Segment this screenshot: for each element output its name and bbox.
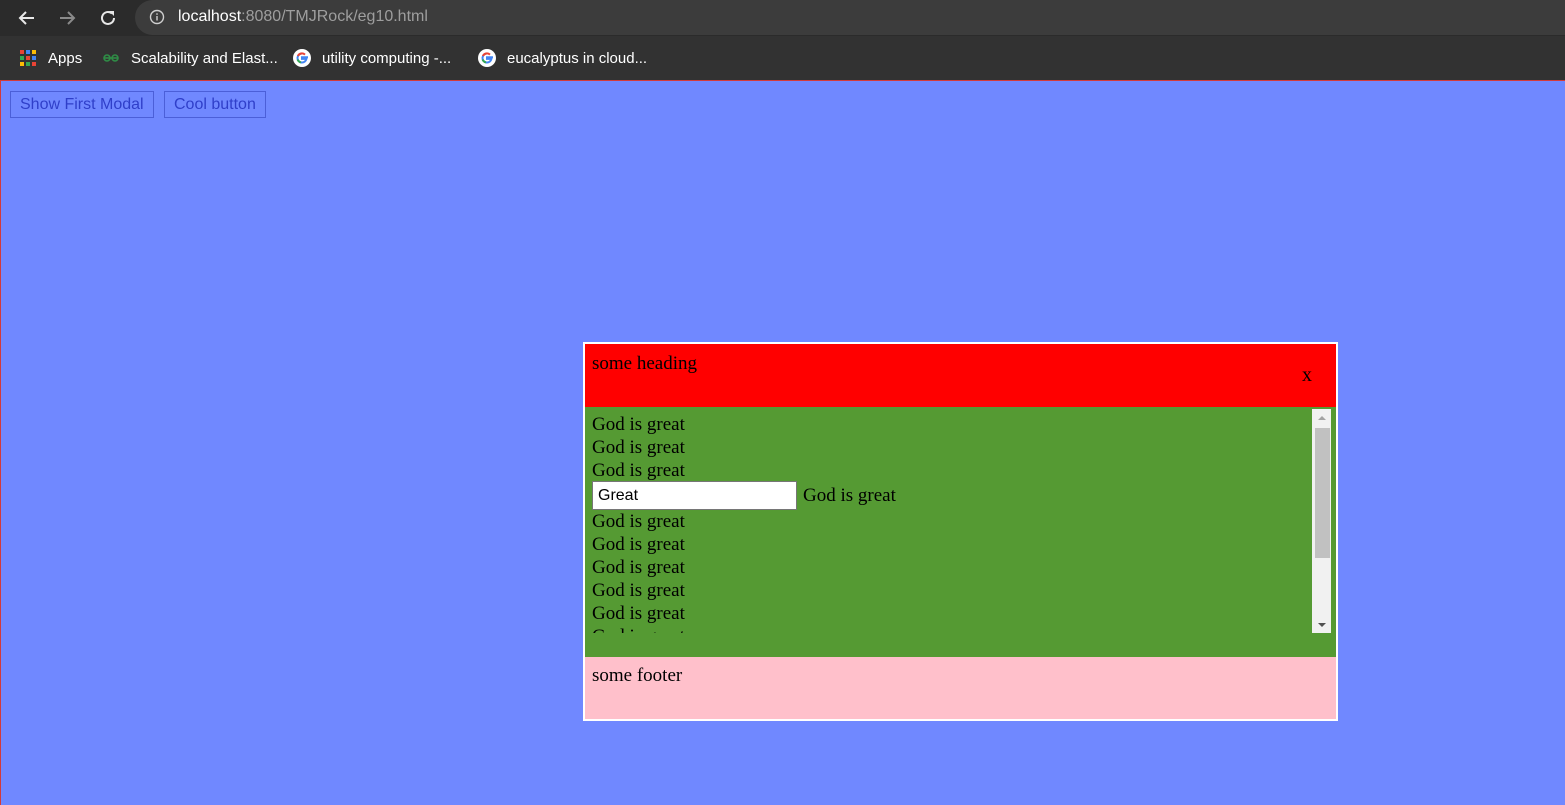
apps-grid-icon: [19, 49, 37, 67]
arrow-right-icon: [60, 11, 76, 25]
forward-button[interactable]: [53, 4, 81, 32]
great-input[interactable]: [592, 481, 797, 510]
bookmark-scalability[interactable]: Scalability and Elast...: [102, 48, 278, 68]
body-line: God is great: [592, 460, 685, 481]
bookmark-eucalyptus[interactable]: eucalyptus in cloud...: [478, 48, 647, 68]
url-path: :8080/TMJRock/eg10.html: [241, 8, 428, 25]
modal-footer-text: some footer: [592, 665, 683, 686]
body-line: God is great: [592, 534, 685, 555]
body-line: God is great: [592, 557, 685, 578]
modal-header: some heading x: [585, 344, 1336, 407]
google-icon: [478, 49, 496, 67]
body-line: God is great: [592, 625, 685, 633]
body-line: God is great: [592, 414, 685, 435]
bookmark-label: utility computing -...: [322, 49, 452, 67]
modal-footer: some footer: [585, 657, 1336, 719]
page-edge: [0, 81, 1, 805]
body-line: God is great: [592, 437, 685, 458]
bookmark-label: Apps: [48, 49, 83, 67]
browser-toolbar: localhost:8080/TMJRock/eg10.html: [0, 0, 1565, 36]
scroll-thumb[interactable]: [1315, 428, 1330, 558]
body-line-inline: God is great: [803, 485, 896, 506]
body-line: God is great: [592, 580, 685, 601]
back-button[interactable]: [13, 4, 41, 32]
modal-dialog: some heading x God is great God is great…: [583, 342, 1338, 721]
bookmarks-bar: Apps Scalability and Elast... utility co…: [0, 36, 1565, 81]
scroll-up-arrow-icon[interactable]: [1312, 409, 1331, 426]
url-host: localhost: [178, 8, 242, 25]
bookmark-label: eucalyptus in cloud...: [507, 49, 648, 67]
reload-button[interactable]: [94, 4, 122, 32]
scroll-down-arrow-icon[interactable]: [1312, 616, 1331, 633]
bookmark-label: Scalability and Elast...: [131, 49, 278, 67]
cool-button[interactable]: Cool button: [164, 91, 266, 118]
show-first-modal-button[interactable]: Show First Modal: [10, 91, 154, 118]
bookmark-apps[interactable]: Apps: [19, 48, 82, 68]
modal-scroll-content[interactable]: God is great God is great God is great G…: [585, 407, 1331, 633]
address-bar[interactable]: localhost:8080/TMJRock/eg10.html: [135, 0, 1565, 35]
geeksforgeeks-icon: [102, 49, 120, 67]
google-icon: [293, 49, 311, 67]
modal-close-button[interactable]: x: [1302, 364, 1312, 387]
url-text: localhost:8080/TMJRock/eg10.html: [178, 8, 428, 26]
reload-icon: [101, 10, 115, 25]
modal-heading: some heading: [592, 353, 698, 374]
vertical-scrollbar[interactable]: [1312, 409, 1331, 633]
body-line: God is great: [592, 511, 685, 532]
bookmark-utility-computing[interactable]: utility computing -...: [293, 48, 451, 68]
modal-body: God is great God is great God is great G…: [585, 407, 1336, 657]
arrow-left-icon: [18, 11, 34, 25]
info-icon[interactable]: [149, 9, 165, 25]
body-line: God is great: [592, 603, 685, 624]
